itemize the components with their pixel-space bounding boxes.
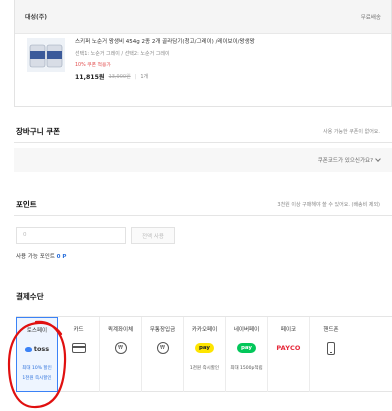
- payment-method-kakaopay[interactable]: 카카오페이 pay 1천원 즉시할인: [184, 317, 226, 392]
- payment-method-quick-transfer[interactable]: 퀵계좌이체 ₩: [100, 317, 142, 392]
- toss-logo-text: toss: [33, 345, 50, 353]
- payment-method-label: 카드: [73, 327, 84, 333]
- payment-method-grid: 토스페이 toss 최대 10% 할인 1천원 즉시할인 카드 퀵계좌이체 ₩ …: [16, 316, 392, 392]
- shipping-label: 무료배송: [360, 14, 381, 21]
- phone-icon: [327, 341, 335, 355]
- order-header: 대성(주) 무료배송: [15, 0, 391, 34]
- coupon-code-link[interactable]: 쿠폰코드가 있으신가요?: [317, 156, 381, 164]
- payment-method-label: 카카오페이: [191, 327, 218, 333]
- payment-method-label: 무통장입금: [149, 327, 176, 333]
- order-item-box: 대성(주) 무료배송 스키퍼 노순거 왕생비 454g 2종 2개 골라담기(청…: [14, 0, 392, 107]
- seller-name: 대성(주): [25, 14, 48, 21]
- use-all-points-button[interactable]: 전액 사용: [131, 227, 175, 244]
- toss-logo: toss: [17, 342, 57, 356]
- chevron-down-icon: [375, 156, 381, 162]
- price-separator: |: [134, 73, 137, 80]
- coupon-code-label: 쿠폰코드가 있으신가요?: [317, 158, 373, 164]
- payment-method-payco[interactable]: 페이코 PAYCO: [268, 317, 310, 392]
- product-price: 11,815원: [75, 74, 105, 81]
- toss-benefit-1: 최대 10% 할인: [22, 366, 52, 371]
- payment-method-card[interactable]: 카드: [58, 317, 100, 392]
- toss-benefit-2: 1천원 즉시할인: [22, 376, 52, 381]
- payment-method-deposit[interactable]: 무통장입금 ₩: [142, 317, 184, 392]
- coupon-code-bar: 쿠폰코드가 있으신가요?: [14, 148, 392, 172]
- product-thumbnail: [27, 38, 65, 72]
- toss-icon: [24, 346, 32, 352]
- order-item: 스키퍼 노순거 왕생비 454g 2종 2개 골라담기(청고/그레이) /레이보…: [27, 38, 383, 98]
- cart-coupon-note: 사용 가능한 쿠폰이 없어요.: [323, 129, 380, 135]
- available-points-value: 0 P: [56, 254, 67, 260]
- product-quantity: 1개: [140, 74, 149, 80]
- payment-method-label: 토스페이: [26, 328, 48, 334]
- product-option: 선택1: 노순거 그레이 / 선택2: 노순거 그레이: [75, 51, 170, 57]
- payment-method-phone[interactable]: 핸드폰: [310, 317, 352, 392]
- payment-title: 결제수단: [16, 292, 44, 301]
- product-original-price: 13,900원: [108, 74, 131, 80]
- product-price-row: 11,815원 13,900원 | 1개: [75, 72, 383, 82]
- naverpay-logo: pay: [236, 343, 257, 353]
- divider: [14, 142, 392, 143]
- payment-method-label: 핸드폰: [323, 327, 339, 333]
- available-points-label: 사용 가능 포인트: [16, 254, 55, 260]
- product-name: 스키퍼 노순거 왕생비 454g 2종 2개 골라담기(청고/그레이) /레이보…: [75, 39, 255, 45]
- payment-method-naverpay[interactable]: 네이버페이 pay 최대 1500p적립: [226, 317, 268, 392]
- cart-coupon-title: 장바구니 쿠폰: [16, 127, 61, 136]
- payment-method-label: 퀵계좌이체: [107, 327, 134, 333]
- payment-method-label: 네이버페이: [233, 327, 260, 333]
- payment-method-label: 페이코: [280, 327, 297, 333]
- kakaopay-logo: pay: [194, 343, 215, 353]
- naverpay-benefit: 최대 1500p적립: [230, 366, 263, 371]
- bank-transfer-icon: ₩: [114, 342, 127, 354]
- deposit-icon: ₩: [156, 342, 169, 354]
- points-input[interactable]: 0: [16, 227, 126, 244]
- points-title: 포인트: [16, 200, 37, 209]
- points-note: 3천원 이상 구매해야 쓸 수 있어요. (배송비 제외): [277, 202, 380, 208]
- card-icon: [71, 343, 86, 353]
- available-points: 사용 가능 포인트 0 P: [16, 252, 66, 260]
- kakaopay-benefit: 1천원 즉시할인: [189, 366, 220, 371]
- product-coupon-applied: 10% 쿠폰 적용가: [75, 63, 111, 68]
- payco-logo: PAYCO: [276, 344, 301, 352]
- payment-method-toss[interactable]: 토스페이 toss 최대 10% 할인 1천원 즉시할인: [16, 317, 58, 392]
- divider: [14, 215, 392, 216]
